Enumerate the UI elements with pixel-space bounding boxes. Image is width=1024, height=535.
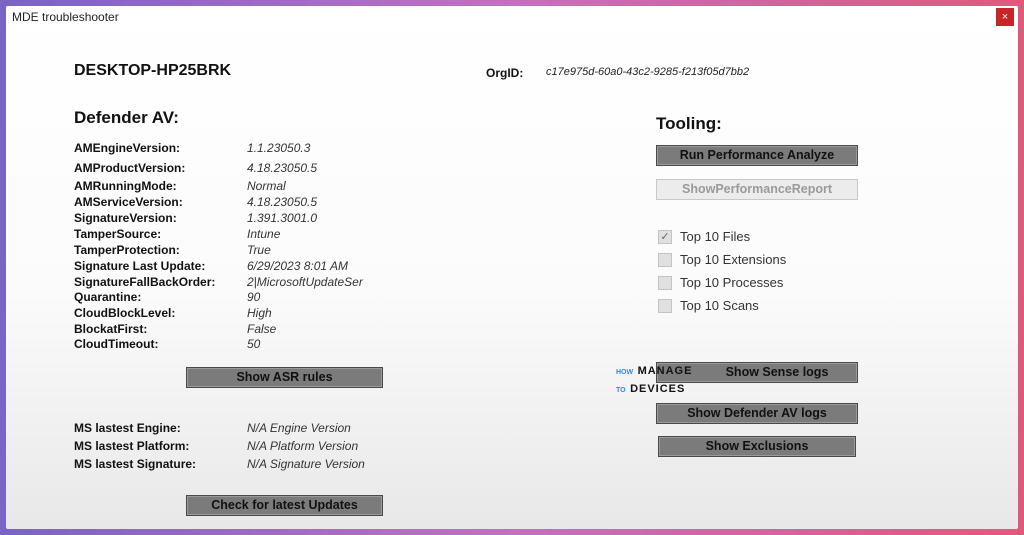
property-label: AMRunningMode: (74, 179, 177, 193)
property-value: False (247, 322, 277, 336)
show-defender-av-logs-button[interactable]: Show Defender AV logs (656, 403, 858, 424)
title-bar: MDE troubleshooter × (6, 6, 1018, 28)
property-label: AMProductVersion: (74, 161, 186, 175)
checkbox-top10-scans[interactable]: Top 10 Scans (658, 298, 759, 316)
checkbox-box[interactable] (658, 298, 672, 313)
checkbox-top10-extensions[interactable]: Top 10 Extensions (658, 252, 786, 270)
property-label: Quarantine: (74, 290, 142, 304)
app-window: MDE troubleshooter × DESKTOP-HP25BRK Org… (6, 6, 1018, 529)
tooling-heading: Tooling: (656, 114, 722, 133)
property-value: 2|MicrosoftUpdateSer (247, 275, 363, 289)
latest-label: MS lastest Engine: (74, 421, 181, 435)
show-asr-rules-button[interactable]: Show ASR rules (186, 367, 383, 388)
check-latest-updates-button[interactable]: Check for latest Updates (186, 495, 383, 516)
checkbox-top10-files[interactable]: ✓ Top 10 Files (658, 229, 750, 247)
latest-value: N/A Signature Version (247, 457, 365, 471)
latest-label: MS lastest Signature: (74, 457, 197, 471)
property-label: TamperProtection: (74, 243, 180, 257)
orgid-label: OrgID: (486, 66, 524, 80)
property-value: 1.1.23050.3 (247, 141, 311, 155)
property-value: True (247, 243, 271, 257)
property-label: BlockatFirst: (74, 322, 148, 336)
check-icon[interactable]: ✓ (658, 229, 672, 244)
latest-label: MS lastest Platform: (74, 439, 190, 453)
property-value: 6/29/2023 8:01 AM (247, 259, 348, 273)
property-value: High (247, 306, 272, 320)
property-label: AMEngineVersion: (74, 141, 181, 155)
latest-value: N/A Engine Version (247, 421, 351, 435)
property-value: Normal (247, 179, 286, 193)
property-value: 1.391.3001.0 (247, 211, 318, 225)
orgid-value: c17e975d-60a0-43c2-9285-f213f05d7bb2 (546, 66, 750, 78)
close-button[interactable]: × (996, 8, 1014, 26)
property-label: TamperSource: (74, 227, 162, 241)
watermark-logo: HOW MANAGE TO DEVICES (616, 365, 693, 395)
property-value: 50 (247, 337, 261, 351)
run-performance-analyze-button[interactable]: Run Performance Analyze (656, 145, 858, 166)
latest-value: N/A Platform Version (247, 439, 359, 453)
window-title: MDE troubleshooter (12, 10, 119, 24)
property-value: 4.18.23050.5 (247, 195, 318, 209)
show-performance-report-button[interactable]: ShowPerformanceReport (656, 179, 858, 200)
property-value: 4.18.23050.5 (247, 161, 318, 175)
property-value: 90 (247, 290, 261, 304)
property-label: SignatureVersion: (74, 211, 177, 225)
property-value: Intune (247, 227, 281, 241)
checkbox-box[interactable] (658, 275, 672, 290)
property-label: SignatureFallBackOrder: (74, 275, 216, 289)
property-label: CloudBlockLevel: (74, 306, 176, 320)
hostname: DESKTOP-HP25BRK (74, 62, 232, 79)
show-exclusions-button[interactable]: Show Exclusions (658, 436, 856, 457)
checkbox-box[interactable] (658, 252, 672, 267)
property-label: Signature Last Update: (74, 259, 206, 273)
defender-av-heading: Defender AV: (74, 108, 179, 127)
property-label: CloudTimeout: (74, 337, 159, 351)
property-label: AMServiceVersion: (74, 195, 183, 209)
checkbox-top10-processes[interactable]: Top 10 Processes (658, 275, 783, 293)
